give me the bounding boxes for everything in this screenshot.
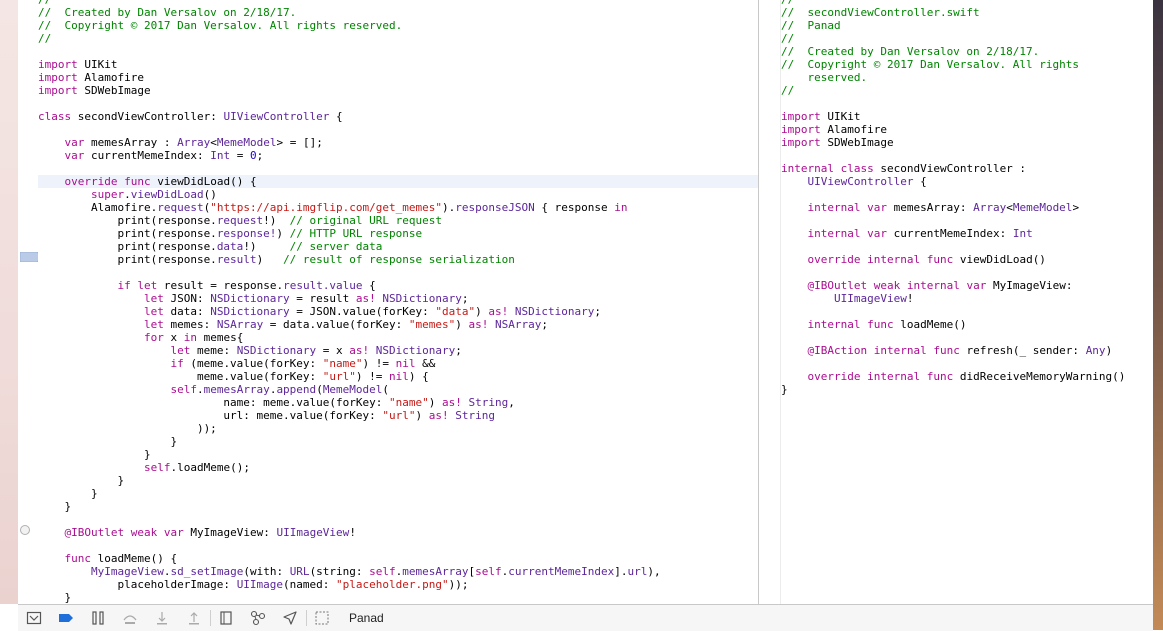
editor-code-line[interactable]: import SDWebImage (38, 84, 758, 97)
assistant-code-line[interactable]: reserved. (781, 71, 1153, 84)
editor-code-line[interactable]: )); (38, 422, 758, 435)
editor-code-line[interactable]: super.viewDidLoad() (38, 188, 758, 201)
view-hierarchy-icon[interactable] (218, 610, 234, 626)
assistant-code-line[interactable] (781, 149, 1153, 162)
assistant-code-line[interactable]: UIViewController { (781, 175, 1153, 188)
editor-code-line[interactable] (38, 123, 758, 136)
assistant-code-line[interactable] (781, 240, 1153, 253)
assistant-editor[interactable]: //// secondViewController.swift// Panad/… (781, 0, 1153, 604)
assistant-code-line[interactable]: import SDWebImage (781, 136, 1153, 149)
assistant-code-line[interactable] (781, 188, 1153, 201)
editor-code-line[interactable]: if (meme.value(forKey: "name") != nil && (38, 357, 758, 370)
editor-code-line[interactable] (38, 45, 758, 58)
editor-gutter[interactable] (18, 0, 39, 604)
assistant-code-line[interactable]: internal class secondViewController : (781, 162, 1153, 175)
assistant-code-line[interactable] (781, 97, 1153, 110)
editor-code-line[interactable]: for x in memes{ (38, 331, 758, 344)
assistant-code-line[interactable] (781, 266, 1153, 279)
assistant-code-line[interactable] (781, 305, 1153, 318)
debug-bar: Panad (18, 604, 1153, 631)
editor-code-line[interactable]: class secondViewController: UIViewContro… (38, 110, 758, 123)
toolbar-separator (306, 610, 307, 626)
pause-icon[interactable] (90, 610, 106, 626)
editor-code-line[interactable]: self.loadMeme(); (38, 461, 758, 474)
assistant-code-line[interactable]: // secondViewController.swift (781, 6, 1153, 19)
scheme-target-icon[interactable] (314, 610, 330, 626)
assistant-code-line[interactable] (781, 357, 1153, 370)
editor-code-line[interactable]: meme.value(forKey: "url") != nil) { (38, 370, 758, 383)
editor-code-line[interactable]: import UIKit (38, 58, 758, 71)
editor-code-line[interactable]: } (38, 435, 758, 448)
editor-code-line[interactable]: let JSON: NSDictionary = result as! NSDi… (38, 292, 758, 305)
desktop-edge (1153, 0, 1163, 630)
toolbar-separator (210, 610, 211, 626)
editor-code-line[interactable] (38, 513, 758, 526)
outlet-connection-icon[interactable] (20, 525, 30, 535)
assistant-code-line[interactable]: internal var currentMemeIndex: Int (781, 227, 1153, 240)
breakpoints-toggle-icon[interactable] (58, 610, 74, 626)
assistant-code-line[interactable]: // (781, 84, 1153, 97)
editor-code-line[interactable] (38, 539, 758, 552)
editor-code-line[interactable]: MyImageView.sd_setImage(with: URL(string… (38, 565, 758, 578)
editor-code-line[interactable]: @IBOutlet weak var MyImageView: UIImageV… (38, 526, 758, 539)
editor-code-line[interactable]: var currentMemeIndex: Int = 0; (38, 149, 758, 162)
assistant-code-line[interactable]: import Alamofire (781, 123, 1153, 136)
editor-code-line[interactable]: if let result = response.result.value { (38, 279, 758, 292)
scheme-name[interactable]: Panad (349, 609, 384, 627)
editor-code-line[interactable]: override func viewDidLoad() { (38, 175, 758, 188)
assistant-code-line[interactable]: override internal func viewDidLoad() (781, 253, 1153, 266)
step-over-icon[interactable] (122, 610, 138, 626)
editor-code-line[interactable]: let meme: NSDictionary = x as! NSDiction… (38, 344, 758, 357)
editor-code-line[interactable]: print(response.request!) // original URL… (38, 214, 758, 227)
editor-code-line[interactable]: self.memesArray.append(MemeModel( (38, 383, 758, 396)
assistant-code-line[interactable]: // (781, 32, 1153, 45)
editor-code-line[interactable]: } (38, 448, 758, 461)
editor-code-line[interactable]: print(response.data!) // server data (38, 240, 758, 253)
navigator-edge (0, 0, 19, 604)
editor-code-line[interactable]: let data: NSDictionary = JSON.value(forK… (38, 305, 758, 318)
editor-code-line[interactable]: print(response.result) // result of resp… (38, 253, 758, 266)
assistant-code-line[interactable]: import UIKit (781, 110, 1153, 123)
assistant-code-line[interactable]: // Panad (781, 19, 1153, 32)
step-out-icon[interactable] (186, 610, 202, 626)
simulate-location-icon[interactable] (282, 610, 298, 626)
editor-code-line[interactable]: let memes: NSArray = data.value(forKey: … (38, 318, 758, 331)
assistant-code-line[interactable]: // Created by Dan Versalov on 2/18/17. (781, 45, 1153, 58)
editor-code-line[interactable]: // Copyright © 2017 Dan Versalov. All ri… (38, 19, 758, 32)
editor-code-line[interactable]: // Created by Dan Versalov on 2/18/17. (38, 6, 758, 19)
assistant-code-lines[interactable]: //// secondViewController.swift// Panad/… (781, 0, 1153, 396)
assistant-code-line[interactable]: // Copyright © 2017 Dan Versalov. All ri… (781, 58, 1153, 71)
assistant-code-line[interactable]: } (781, 383, 1153, 396)
assistant-code-line[interactable] (781, 331, 1153, 344)
editor-code-lines[interactable]: // // Created by Dan Versalov on 2/18/17.… (38, 0, 758, 604)
editor-code-line[interactable]: placeholderImage: UIImage(named: "placeh… (38, 578, 758, 591)
memory-graph-icon[interactable] (250, 610, 266, 626)
assistant-code-line[interactable]: override internal func didReceiveMemoryW… (781, 370, 1153, 383)
assistant-gutter (759, 0, 781, 604)
assistant-code-line[interactable]: internal var memesArray: Array<MemeModel… (781, 201, 1153, 214)
assistant-code-line[interactable]: @IBOutlet weak internal var MyImageView: (781, 279, 1153, 292)
assistant-code-line[interactable]: internal func loadMeme() (781, 318, 1153, 331)
editor-code-line[interactable]: import Alamofire (38, 71, 758, 84)
editor-code-line[interactable]: } (38, 487, 758, 500)
editor-code-line[interactable]: func loadMeme() { (38, 552, 758, 565)
editor-code-line[interactable]: name: meme.value(forKey: "name") as! Str… (38, 396, 758, 409)
step-into-icon[interactable] (154, 610, 170, 626)
hide-debug-area-icon[interactable] (26, 610, 42, 626)
editor-code-line[interactable] (38, 97, 758, 110)
assistant-code-line[interactable]: UIImageView! (781, 292, 1153, 305)
editor-code-line[interactable]: // (38, 32, 758, 45)
assistant-code-line[interactable]: @IBAction internal func refresh(_ sender… (781, 344, 1153, 357)
editor-code-line[interactable] (38, 266, 758, 279)
editor-code-line[interactable]: } (38, 474, 758, 487)
editor-code-line[interactable]: var memesArray : Array<MemeModel> = []; (38, 136, 758, 149)
editor-code-line[interactable]: print(response.response!) // HTTP URL re… (38, 227, 758, 240)
assistant-code-line[interactable] (781, 214, 1153, 227)
editor-code-line[interactable] (38, 162, 758, 175)
editor-code-line[interactable]: } (38, 500, 758, 513)
editor-code-line[interactable]: Alamofire.request("https://api.imgflip.c… (38, 201, 758, 214)
editor-code-line[interactable]: } (38, 591, 758, 604)
source-editor[interactable]: // // Created by Dan Versalov on 2/18/17.… (38, 0, 758, 604)
editor-code-line[interactable]: url: meme.value(forKey: "url") as! Strin… (38, 409, 758, 422)
